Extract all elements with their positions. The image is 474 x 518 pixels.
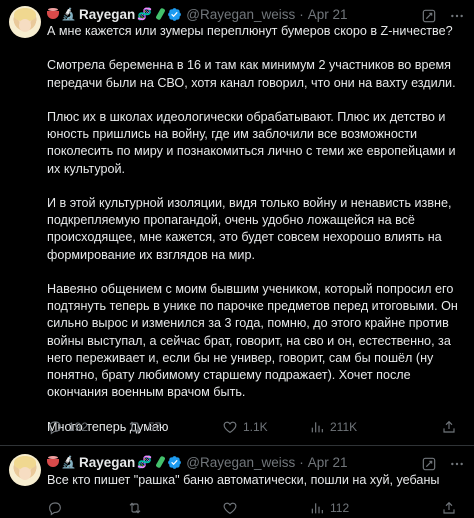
handle[interactable]: @Rayegan_weiss: [186, 7, 295, 22]
microscope-emoji-icon: 🔬: [61, 7, 76, 21]
repost-icon: [129, 421, 141, 433]
share-icon: [443, 420, 455, 433]
grok-icon[interactable]: [421, 8, 437, 24]
grok-icon[interactable]: [421, 456, 437, 472]
dna-emoji-icon: 🧬: [137, 7, 153, 21]
reply-button[interactable]: 192: [47, 419, 127, 435]
bowl-emoji-icon: [47, 8, 59, 19]
repost-icon: [129, 502, 141, 514]
like-button[interactable]: [222, 500, 309, 516]
tweet-paragraph: Навеяно общением с моим бывшим учеником,…: [47, 281, 458, 400]
like-icon: [223, 421, 237, 433]
test-tube-emoji-icon: [155, 455, 166, 469]
test-tube-emoji-icon: [155, 7, 166, 21]
top-right-icons: [421, 8, 465, 24]
tweet-text: Все кто пишет "рашка" баню автоматически…: [47, 473, 440, 487]
verified-badge-icon[interactable]: [167, 455, 182, 470]
verified-badge-icon[interactable]: [167, 7, 182, 22]
action-bar: 192 57 1.1K 211K: [47, 418, 457, 436]
like-count: 1.1K: [243, 420, 268, 434]
tweet-header: 🔬 Rayegan 🧬 @Rayegan_weiss · Apr 21: [47, 453, 348, 471]
reply-icon: [49, 502, 61, 516]
repost-button[interactable]: [127, 500, 222, 516]
repost-button[interactable]: 57: [127, 419, 222, 435]
share-button[interactable]: [441, 419, 457, 435]
tweet-main[interactable]: 🔬 Rayegan 🧬 @Rayegan_weiss · Apr 21 А мн…: [0, 0, 474, 446]
handle[interactable]: @Rayegan_weiss: [186, 455, 295, 470]
timestamp[interactable]: Apr 21: [308, 455, 348, 470]
repost-count: 57: [148, 420, 162, 434]
like-icon: [223, 502, 237, 514]
views-button[interactable]: 211K: [309, 419, 407, 435]
views-button[interactable]: 112: [309, 500, 407, 516]
microscope-emoji-icon: 🔬: [61, 455, 76, 469]
reply-count: 192: [68, 420, 89, 434]
tweet-paragraph: А мне кажется или зумеры переплюнут буме…: [47, 24, 453, 38]
action-bar: 112: [47, 499, 457, 517]
tweet-paragraph: Плюс их в школах идеологически обрабатыв…: [47, 109, 456, 176]
views-icon: [311, 422, 323, 433]
share-icon: [443, 501, 455, 514]
dna-emoji-icon: 🧬: [137, 455, 153, 469]
views-icon: [311, 503, 323, 514]
tweet-paragraph: И в этой культурной изоляции, видя тольк…: [47, 195, 452, 262]
timestamp[interactable]: Apr 21: [308, 7, 348, 22]
views-count: 112: [330, 501, 350, 515]
tweet-text: А мне кажется или зумеры переплюнут буме…: [47, 23, 459, 436]
tweet-header: 🔬 Rayegan 🧬 @Rayegan_weiss · Apr 21: [47, 5, 348, 23]
display-name[interactable]: Rayegan: [79, 7, 135, 22]
tweet-paragraph: Смотрела беременна в 16 и там как миниму…: [47, 58, 456, 90]
reply-button[interactable]: [47, 500, 127, 516]
more-icon[interactable]: [449, 456, 465, 472]
separator: ·: [299, 6, 304, 22]
tweet-second[interactable]: 🔬 Rayegan 🧬 @Rayegan_weiss · Apr 21 Все …: [0, 446, 474, 518]
like-button[interactable]: 1.1K: [222, 419, 309, 435]
reply-icon: [49, 421, 61, 435]
display-name[interactable]: Rayegan: [79, 455, 135, 470]
share-button[interactable]: [441, 500, 457, 516]
bowl-emoji-icon: [47, 456, 59, 467]
more-icon[interactable]: [449, 8, 465, 24]
separator: ·: [299, 454, 304, 470]
top-right-icons: [421, 456, 465, 472]
avatar[interactable]: [9, 454, 41, 486]
avatar[interactable]: [9, 6, 41, 38]
views-count: 211K: [330, 420, 358, 434]
